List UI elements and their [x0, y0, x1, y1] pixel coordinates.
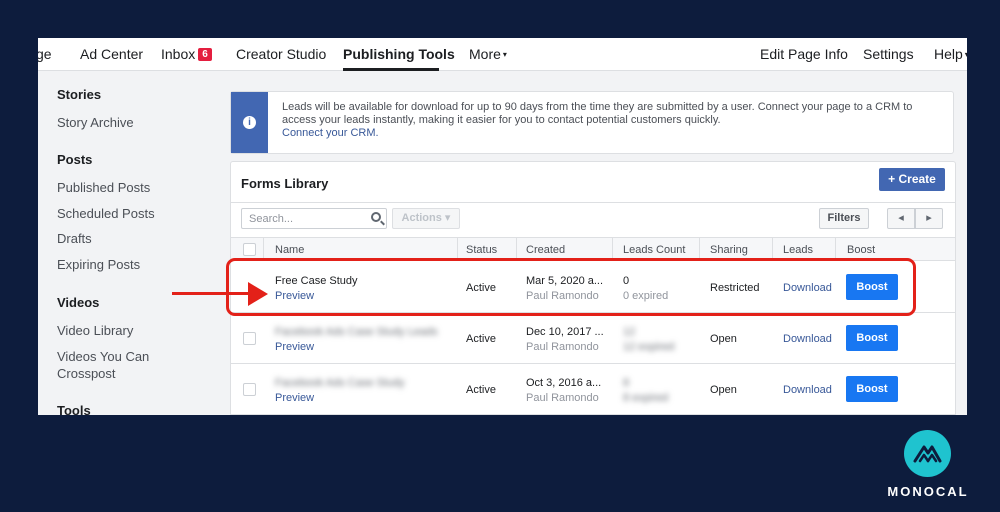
table-row: Facebook Ads Case Study Leads Preview Ac…: [231, 313, 955, 364]
sidebar-item-video-library[interactable]: Video Library: [57, 322, 133, 339]
row-checkbox[interactable]: [243, 332, 256, 345]
search-icon: [371, 212, 381, 222]
column-divider: [699, 238, 700, 260]
caret-down-icon: ▾: [502, 50, 507, 59]
brand-name: MONOCAL: [887, 484, 969, 499]
divider: [231, 202, 955, 203]
leads-count: 12: [623, 326, 636, 338]
nav-creator-studio[interactable]: Creator Studio: [236, 46, 326, 62]
form-status: Active: [466, 384, 496, 396]
sidebar-heading-tools: Tools: [57, 403, 91, 415]
arrow-head-icon: [248, 282, 268, 306]
nav-page[interactable]: ge: [38, 46, 52, 62]
form-created: Oct 3, 2016 a...: [526, 377, 602, 389]
preview-link[interactable]: Preview: [275, 341, 314, 353]
column-divider: [457, 238, 458, 260]
sidebar: Stories Story Archive Posts Published Po…: [38, 72, 228, 415]
column-divider: [516, 238, 517, 260]
search-input[interactable]: Search...: [241, 208, 387, 229]
nav-inbox-label: Inbox: [161, 46, 196, 62]
next-page-icon[interactable]: ▸: [915, 208, 943, 229]
logo-mark: [913, 445, 942, 463]
sidebar-item-scheduled-posts[interactable]: Scheduled Posts: [57, 205, 155, 222]
download-link[interactable]: Download: [783, 384, 832, 396]
notice-icon-bar: i: [231, 92, 268, 153]
actions-dropdown[interactable]: Actions ▾: [392, 208, 460, 229]
nav-edit-page-info[interactable]: Edit Page Info: [760, 46, 848, 62]
select-all-checkbox[interactable]: [243, 243, 256, 256]
nav-publishing-tools[interactable]: Publishing Tools: [343, 46, 455, 62]
sharing-status: Open: [710, 384, 737, 396]
form-name: Facebook Ads Case Study: [275, 377, 405, 389]
column-divider: [772, 238, 773, 260]
caret-down-icon: ▾: [964, 50, 967, 59]
boost-button[interactable]: Boost: [846, 325, 898, 351]
search-placeholder: Search...: [249, 213, 294, 225]
nav-ad-center[interactable]: Ad Center: [80, 46, 143, 62]
sidebar-item-videos-crosspost[interactable]: Videos You Can Crosspost: [57, 348, 149, 382]
col-leads[interactable]: Leads: [783, 244, 813, 256]
sidebar-item-published-posts[interactable]: Published Posts: [57, 179, 150, 196]
sidebar-heading-posts: Posts: [57, 152, 93, 167]
nav-active-indicator: [343, 68, 439, 71]
leads-expired: 8 expired: [623, 392, 669, 404]
form-author: Paul Ramondo: [526, 341, 599, 353]
prev-page-icon[interactable]: ◂: [887, 208, 915, 229]
col-leads-count[interactable]: Leads Count: [623, 244, 685, 256]
table-row: Facebook Ads Case Study Preview Active O…: [231, 364, 955, 415]
top-nav: ge Ad Center Inbox 6 Creator Studio Publi…: [38, 38, 967, 71]
sidebar-item-videos-crosspost-line2: Crosspost: [57, 366, 116, 381]
highlight-box: [226, 258, 916, 316]
col-created[interactable]: Created: [526, 244, 565, 256]
col-name[interactable]: Name: [275, 244, 304, 256]
screenshot-frame: ge Ad Center Inbox 6 Creator Studio Publi…: [38, 38, 967, 415]
row-checkbox[interactable]: [243, 383, 256, 396]
connect-crm-link[interactable]: Connect your CRM.: [282, 127, 379, 139]
sidebar-item-drafts[interactable]: Drafts: [57, 230, 92, 247]
nav-settings[interactable]: Settings: [863, 46, 914, 62]
preview-link[interactable]: Preview: [275, 392, 314, 404]
form-author: Paul Ramondo: [526, 392, 599, 404]
nav-inbox[interactable]: Inbox 6: [161, 46, 212, 62]
boost-button[interactable]: Boost: [846, 376, 898, 402]
column-divider: [612, 238, 613, 260]
inbox-count-badge: 6: [198, 48, 212, 61]
nav-more[interactable]: More ▾: [469, 46, 507, 62]
col-sharing[interactable]: Sharing: [710, 244, 748, 256]
forms-library-title: Forms Library: [241, 176, 329, 191]
sharing-status: Open: [710, 333, 737, 345]
filters-button[interactable]: Filters: [819, 208, 869, 229]
notice-text-block: Leads will be available for download for…: [282, 101, 942, 140]
col-status[interactable]: Status: [466, 244, 497, 256]
sidebar-item-expiring-posts[interactable]: Expiring Posts: [57, 256, 140, 273]
nav-more-label: More: [469, 46, 501, 62]
download-link[interactable]: Download: [783, 333, 832, 345]
crm-notice: i Leads will be available for download f…: [230, 91, 954, 154]
nav-help-label: Help: [934, 46, 963, 62]
nav-help[interactable]: Help ▾: [934, 46, 967, 62]
column-divider: [835, 238, 836, 260]
leads-expired: 12 expired: [623, 341, 675, 353]
sidebar-item-story-archive[interactable]: Story Archive: [57, 114, 134, 131]
sidebar-item-videos-crosspost-line1: Videos You Can: [57, 349, 150, 364]
column-divider: [263, 238, 264, 260]
col-boost[interactable]: Boost: [847, 244, 875, 256]
form-status: Active: [466, 333, 496, 345]
info-icon: i: [243, 116, 256, 129]
create-button[interactable]: + Create: [879, 168, 945, 191]
sidebar-heading-stories: Stories: [57, 87, 102, 102]
leads-count: 8: [623, 377, 630, 389]
form-created: Dec 10, 2017 ...: [526, 326, 604, 338]
arrow-icon: [172, 292, 252, 295]
notice-text: Leads will be available for download for…: [282, 101, 913, 126]
form-name: Facebook Ads Case Study Leads: [275, 326, 438, 338]
mountain-logo-icon: [904, 430, 951, 477]
sidebar-heading-videos: Videos: [57, 295, 100, 310]
